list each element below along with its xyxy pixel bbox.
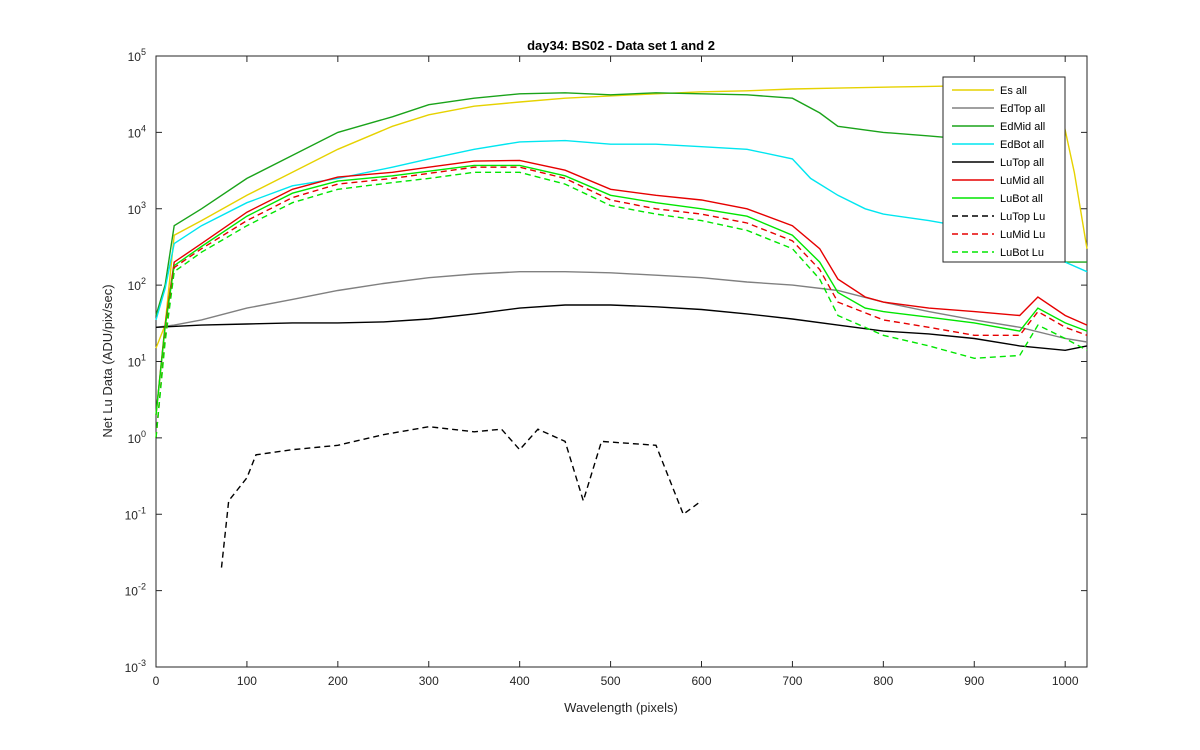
y-tick-exponent: 1 [141,353,146,363]
x-tick-label: 700 [782,674,802,688]
y-axis-label: Net Lu Data (ADU/pix/sec) [100,284,115,437]
legend-entry-label: LuTop Lu [1000,211,1045,223]
y-tick-base: 10 [128,50,142,64]
legend-entry-label: LuMid all [1000,175,1044,187]
y-tick-base: 10 [128,279,142,293]
x-tick-label: 100 [237,674,257,688]
y-tick-base: 10 [125,508,139,522]
x-tick-label: 800 [873,674,893,688]
x-tick-label: 1000 [1052,674,1079,688]
x-tick-label: 500 [601,674,621,688]
legend-entry-label: EdBot all [1000,139,1044,151]
legend-entry-label: EdTop all [1000,103,1045,115]
chart-title: day34: BS02 - Data set 1 and 2 [527,38,715,53]
legend-entry-label: LuMid Lu [1000,229,1045,241]
y-tick-exponent: 0 [141,429,146,439]
x-tick-label: 900 [964,674,984,688]
legend-entry-label: Es all [1000,85,1027,97]
legend: Es all EdTop all EdMid all EdBot all LuTop a… [942,76,1066,263]
x-tick-label: 300 [419,674,439,688]
y-tick-exponent: 4 [141,123,146,133]
legend-entry-label: LuBot all [1000,193,1043,205]
x-axis-label: Wavelength (pixels) [564,700,678,715]
y-tick-exponent: -1 [138,505,146,515]
y-tick-exponent: 5 [141,47,146,57]
legend-entry-label: LuTop all [1000,157,1044,169]
x-tick-label: 0 [153,674,160,688]
y-tick-exponent: -2 [138,582,146,592]
legend-entry-label: LuBot Lu [1000,247,1044,259]
y-tick-exponent: -3 [138,658,146,668]
y-tick-exponent: 2 [141,276,146,286]
y-tick-base: 10 [128,356,142,370]
x-tick-label: 400 [510,674,530,688]
y-tick-base: 10 [125,585,139,599]
y-tick-base: 10 [128,126,142,140]
y-tick-base: 10 [125,661,139,675]
x-tick-label: 200 [328,674,348,688]
x-tick-label: 600 [691,674,711,688]
y-tick-base: 10 [128,203,142,217]
chart: 0 100 200 300 400 500 600 700 800 900 1000 10-310-… [0,0,1200,750]
legend-entry-label: EdMid all [1000,121,1045,133]
y-tick-exponent: 3 [141,200,146,210]
y-tick-base: 10 [128,432,142,446]
